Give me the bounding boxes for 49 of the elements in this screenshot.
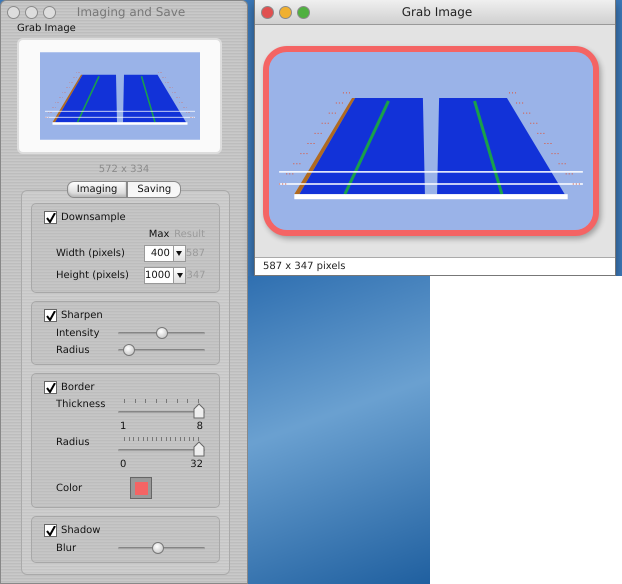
tab[interactable]: Imaging xyxy=(66,181,128,198)
checkbox[interactable] xyxy=(44,524,57,537)
slider-min-label: 0 xyxy=(120,459,126,470)
window-control-button[interactable] xyxy=(297,6,310,18)
field-label: Color xyxy=(55,482,84,494)
slider-max-label: 8 xyxy=(196,421,203,432)
slider-thumb[interactable] xyxy=(152,542,164,554)
dropdown-arrow-icon[interactable] xyxy=(176,251,182,256)
window-control-button[interactable] xyxy=(43,6,56,18)
status-text: 587 x 347 pixels xyxy=(255,257,615,275)
slider-label: Thickness xyxy=(55,399,106,410)
slider-thumb[interactable] xyxy=(193,441,205,457)
slider-min-label: 1 xyxy=(120,421,126,432)
window-control-button[interactable] xyxy=(261,6,274,18)
checkbox-label: Shadow xyxy=(61,525,100,536)
slider-track[interactable] xyxy=(118,542,205,554)
slider-track[interactable] xyxy=(118,403,205,419)
tab[interactable]: Saving xyxy=(127,181,182,198)
window-control-button[interactable] xyxy=(279,6,292,18)
window-control-button[interactable] xyxy=(7,6,20,18)
color-well[interactable] xyxy=(130,477,152,499)
slider-label: Radius xyxy=(55,344,91,356)
slider-track[interactable] xyxy=(118,344,205,356)
slider-max-label: 32 xyxy=(190,459,203,470)
checkbox[interactable] xyxy=(44,211,57,224)
window-title: Grab Image xyxy=(400,5,474,19)
slider-thumb[interactable] xyxy=(123,344,136,356)
dropdown-arrow-icon[interactable] xyxy=(176,273,183,278)
checkbox-label: Sharpen xyxy=(61,310,103,321)
image-size-text: 572 x 334 xyxy=(98,164,150,175)
field-label: Width (pixels) xyxy=(55,248,126,259)
slider-track[interactable] xyxy=(118,441,205,457)
slider-track[interactable] xyxy=(118,327,205,339)
column-header: Max xyxy=(148,229,170,240)
slider-label: Intensity xyxy=(55,328,101,338)
field-label: Height (pixels) xyxy=(55,270,130,281)
combo-field[interactable]: 400 xyxy=(144,245,186,262)
slider-thumb[interactable] xyxy=(156,327,168,339)
window-title: Imaging and Save xyxy=(76,5,186,19)
slider-label: Radius xyxy=(55,437,91,448)
checkbox-label: Downsample xyxy=(61,212,126,223)
checkbox-label: Border xyxy=(61,382,95,393)
checkbox[interactable] xyxy=(44,309,57,322)
combo-field[interactable]: 1000 xyxy=(144,267,186,284)
slider-label: Blur xyxy=(55,542,78,554)
checkbox[interactable] xyxy=(44,381,57,394)
window-control-button[interactable] xyxy=(25,6,38,18)
slider-thumb[interactable] xyxy=(193,403,205,419)
section-label: Grab Image xyxy=(16,23,77,36)
